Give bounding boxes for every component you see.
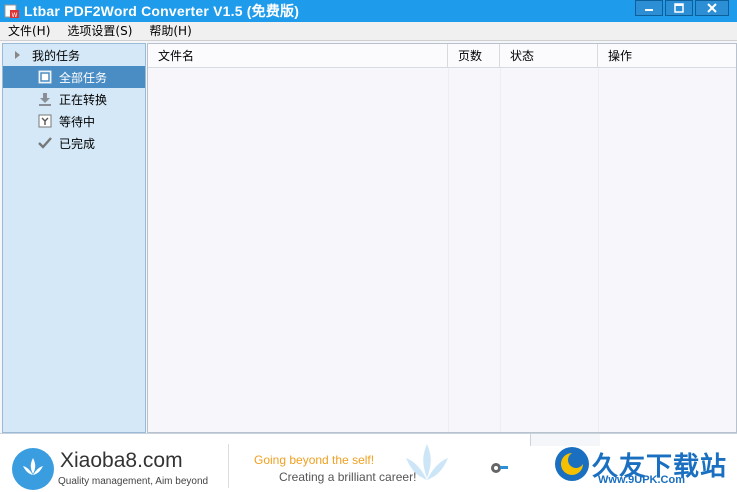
expand-caret-icon[interactable] (15, 51, 20, 59)
task-list-header: 文件名 页数 状态 操作 (148, 44, 736, 68)
site-watermark-url: Www.9UPK.Com (598, 474, 685, 486)
window-title: Ltbar PDF2Word Converter V1.5 (免费版) (24, 3, 300, 19)
title-bar: W Ltbar PDF2Word Converter V1.5 (免费版) (0, 0, 737, 22)
maximize-icon (674, 3, 684, 13)
menu-bar: 文件(H) 选项设置(S) 帮助(H) (0, 22, 737, 41)
footer-banner: Xiaoba8.com Quality management, Aim beyo… (0, 433, 737, 492)
minimize-icon (645, 9, 653, 11)
checkmark-icon (37, 135, 53, 151)
waiting-icon (37, 113, 53, 129)
sidebar-item-completed[interactable]: 已完成 (3, 132, 145, 154)
brand-tagline: Quality management, Aim beyond (58, 476, 209, 487)
footer-divider (228, 444, 229, 488)
sidebar-item-all-tasks[interactable]: 全部任务 (3, 66, 145, 88)
sidebar-item-label: 正在转换 (59, 92, 108, 107)
sidebar-root-label: 我的任务 (32, 48, 81, 63)
sidebar-item-converting[interactable]: 正在转换 (3, 88, 145, 110)
column-divider (598, 68, 599, 432)
column-header-filename[interactable]: 文件名 (148, 44, 448, 68)
column-divider (448, 68, 449, 432)
maximize-button[interactable] (665, 0, 693, 16)
sidebar-item-label: 已完成 (59, 136, 96, 151)
column-header-actions[interactable]: 操作 (598, 44, 736, 68)
flower-watermark-icon (406, 444, 448, 480)
menu-help[interactable]: 帮助(H) (141, 22, 200, 41)
task-list: 文件名 页数 状态 操作 (147, 43, 737, 433)
brand-name[interactable]: Xiaoba8.com (60, 449, 183, 473)
column-divider (500, 68, 501, 432)
sidebar-item-label: 全部任务 (59, 70, 108, 85)
download-icon (37, 91, 53, 107)
sidebar-item-waiting[interactable]: 等待中 (3, 110, 145, 132)
app-icon: W (4, 3, 20, 19)
column-header-pages[interactable]: 页数 (448, 44, 500, 68)
svg-text:W: W (12, 12, 18, 19)
column-header-status[interactable]: 状态 (500, 44, 598, 68)
window-controls (635, 0, 729, 16)
all-tasks-icon (37, 69, 53, 85)
sidebar-item-label: 等待中 (59, 114, 96, 129)
menu-file[interactable]: 文件(H) (0, 22, 59, 41)
close-button[interactable] (695, 0, 729, 16)
xiaoba-logo-icon (12, 448, 54, 490)
minimize-button[interactable] (635, 0, 663, 16)
menu-options[interactable]: 选项设置(S) (59, 22, 141, 41)
sidebar-root-my-tasks[interactable]: 我的任务 (3, 44, 145, 66)
site-watermark-logo-icon (555, 447, 589, 481)
slogan-line-1: Going beyond the self! (254, 453, 375, 467)
settings-gear-icon[interactable] (488, 458, 508, 478)
task-sidebar: 我的任务 全部任务 正在转换 等待中 已完成 (2, 43, 146, 433)
close-icon (707, 3, 717, 13)
